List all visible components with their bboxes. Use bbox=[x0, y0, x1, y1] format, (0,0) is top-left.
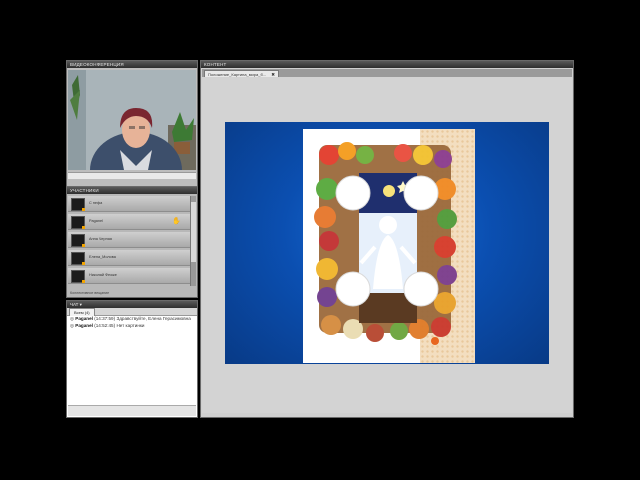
participant-row[interactable]: Елена_Молова bbox=[68, 250, 191, 266]
chat-panel: ЧАТ ▾ Всем (4) ◎ Paganel (14:37:59) Здра… bbox=[66, 300, 198, 418]
avatar bbox=[71, 270, 85, 283]
chat-text: Нет картинки bbox=[116, 322, 145, 328]
participant-name: Paganel bbox=[89, 219, 103, 223]
document-tabbar: Положение_Картина_мира_б... ✖ bbox=[202, 69, 572, 78]
chat-time: (14:37:59) bbox=[94, 316, 116, 321]
chat-author: Paganel bbox=[75, 316, 93, 321]
presentation-slide bbox=[225, 122, 549, 364]
chat-panel-title[interactable]: ЧАТ ▾ bbox=[67, 301, 197, 308]
participant-row[interactable]: Paganel ✋ bbox=[68, 214, 191, 230]
chat-text: Здравствуйте, Елена Герасимовна bbox=[116, 316, 191, 321]
video-conference-panel: ВИДЕОКОНФЕРЕНЦИЯ bbox=[66, 60, 198, 188]
participants-list: С нефа Paganel ✋ Анна Черная Елена_Молов… bbox=[68, 196, 191, 286]
chat-tab-all[interactable]: Всем (4) bbox=[69, 308, 95, 316]
video-controls-bar[interactable] bbox=[68, 172, 196, 179]
participant-name: Николай Феоже bbox=[89, 273, 117, 277]
participant-name: Анна Черная bbox=[89, 237, 112, 241]
chat-input[interactable] bbox=[68, 405, 196, 416]
avatar bbox=[71, 234, 85, 247]
fruit-vegetable-illustration bbox=[314, 142, 457, 345]
avatar bbox=[71, 252, 85, 265]
participant-row[interactable]: Николай Феоже bbox=[68, 268, 191, 284]
participant-row[interactable]: Анна Черная bbox=[68, 232, 191, 248]
video-feed bbox=[68, 70, 196, 170]
presenter-video bbox=[68, 70, 196, 170]
participant-name: С нефа bbox=[89, 201, 103, 205]
participants-scrollbar[interactable] bbox=[190, 196, 196, 286]
participant-name: Елена_Молова bbox=[89, 255, 116, 259]
chat-author: Paganel bbox=[75, 322, 93, 328]
participants-panel: УЧАСТНИКИ С нефа Paganel ✋ Анна Черная Е… bbox=[66, 186, 198, 298]
raised-hand-icon: ✋ bbox=[172, 218, 181, 225]
chat-tabbar: Всем (4) bbox=[67, 308, 197, 316]
participants-panel-title: УЧАСТНИКИ bbox=[67, 187, 197, 194]
chat-message: ◎ Paganel (14:52:45) Нет картинки bbox=[67, 323, 197, 330]
avatar bbox=[71, 198, 85, 211]
content-panel-title: КОНТЕНТ bbox=[201, 61, 573, 68]
participants-footer: Коллективное вещание bbox=[70, 291, 110, 295]
video-panel-title: ВИДЕОКОНФЕРЕНЦИЯ bbox=[67, 61, 197, 68]
avatar bbox=[71, 216, 85, 229]
document-page bbox=[303, 129, 475, 363]
content-panel: КОНТЕНТ Положение_Картина_мира_б... ✖ bbox=[200, 60, 574, 418]
content-stage bbox=[202, 77, 572, 413]
participant-row[interactable]: С нефа bbox=[68, 196, 191, 212]
chat-time: (14:52:45) bbox=[94, 322, 116, 328]
